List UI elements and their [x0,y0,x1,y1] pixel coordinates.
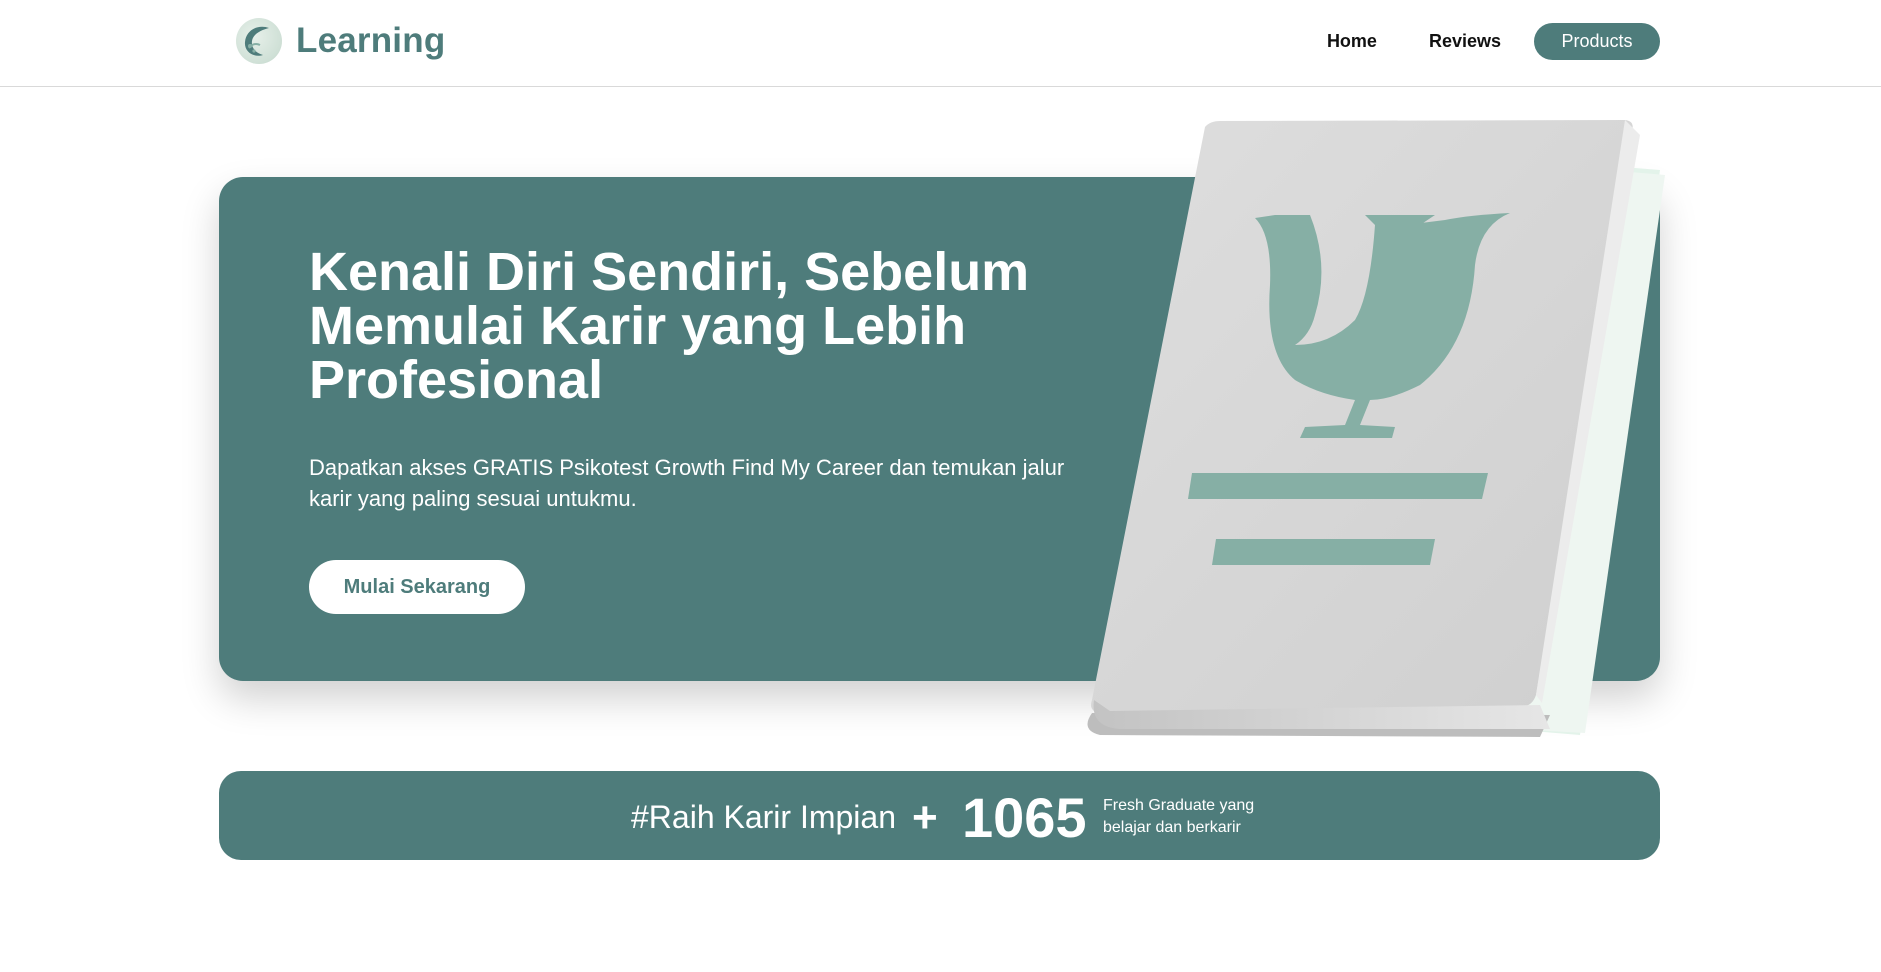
hero-description: Dapatkan akses GRATIS Psikotest Growth F… [309,455,1065,511]
graduate-count-description: Fresh Graduate yang belajar dan berkarir [1103,797,1255,836]
logo-icon [236,18,282,64]
nav-products-button[interactable]: Products [1534,22,1660,60]
stats-tagline: #Raih Karir Impian [631,799,896,835]
main-nav: Home Reviews Products [1327,22,1660,60]
top-navbar: Learning Home Reviews Products [0,0,1881,87]
hero-title: Kenali Diri Sendiri, Sebelum Memulai Kar… [309,242,1030,410]
brand[interactable]: Learning [236,18,445,64]
brand-name: Learning [296,21,446,60]
psychology-book-icon [1087,120,1665,737]
nav-reviews-link[interactable]: Reviews [1429,22,1501,60]
plus-sign: + [912,793,938,842]
stats-bar [219,771,1660,860]
nav-home-link[interactable]: Home [1327,22,1377,60]
graduate-count: 1065 [962,786,1087,849]
start-now-button[interactable]: Mulai Sekarang [309,560,525,614]
